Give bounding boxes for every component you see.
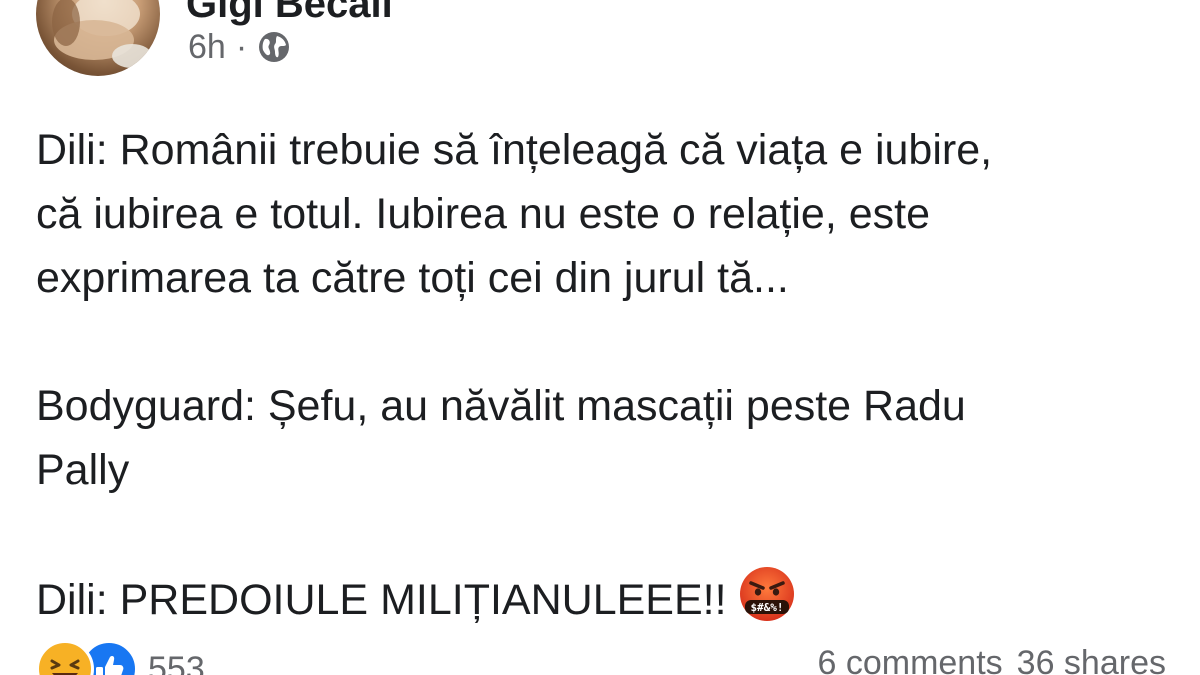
post-line: Bodyguard: Șefu, au năvălit mascații pes…	[36, 382, 966, 430]
meta-separator: ·	[235, 27, 248, 66]
post-time[interactable]: 6h	[188, 28, 226, 67]
post-line: Dili: Românii trebuie să înțeleagă că vi…	[36, 126, 993, 174]
post-meta: 6h ·	[188, 24, 291, 70]
post-line: Dili: PREDOIULE MILIȚIANULEEE!!	[36, 576, 727, 624]
comments-count-link[interactable]: 6 comments	[817, 644, 1002, 675]
face-with-symbols-on-mouth-icon: $#&%!	[739, 567, 794, 621]
post-stats: 6 comments 36 shares	[817, 644, 1166, 675]
reaction-count[interactable]: 553	[148, 650, 205, 675]
post-body: Dili: Românii trebuie să înțeleagă că vi…	[36, 118, 1166, 632]
avatar[interactable]	[36, 0, 160, 76]
post-line: exprimarea ta către toți cei din jurul t…	[36, 254, 789, 302]
globe-icon[interactable]	[257, 30, 291, 64]
post-line: că iubirea e totul. Iubirea nu este o re…	[36, 190, 930, 238]
author-name[interactable]: Gigi Becali	[186, 0, 393, 26]
avatar-photo-icon	[52, 0, 152, 68]
facebook-post: Gigi Becali 6h · Dili: Românii trebuie s…	[0, 0, 1200, 675]
svg-text:$#&%!: $#&%!	[750, 601, 783, 614]
post-footer: 553 6 comments 36 shares	[36, 636, 1166, 675]
post-line: Pally	[36, 446, 130, 494]
reactions-summary[interactable]: 553	[36, 640, 205, 675]
haha-icon	[36, 640, 94, 675]
shares-count-link[interactable]: 36 shares	[1017, 644, 1166, 675]
post-line-last: Dili: PREDOIULE MILIȚIANULEEE!! $#&%!	[36, 566, 1166, 632]
